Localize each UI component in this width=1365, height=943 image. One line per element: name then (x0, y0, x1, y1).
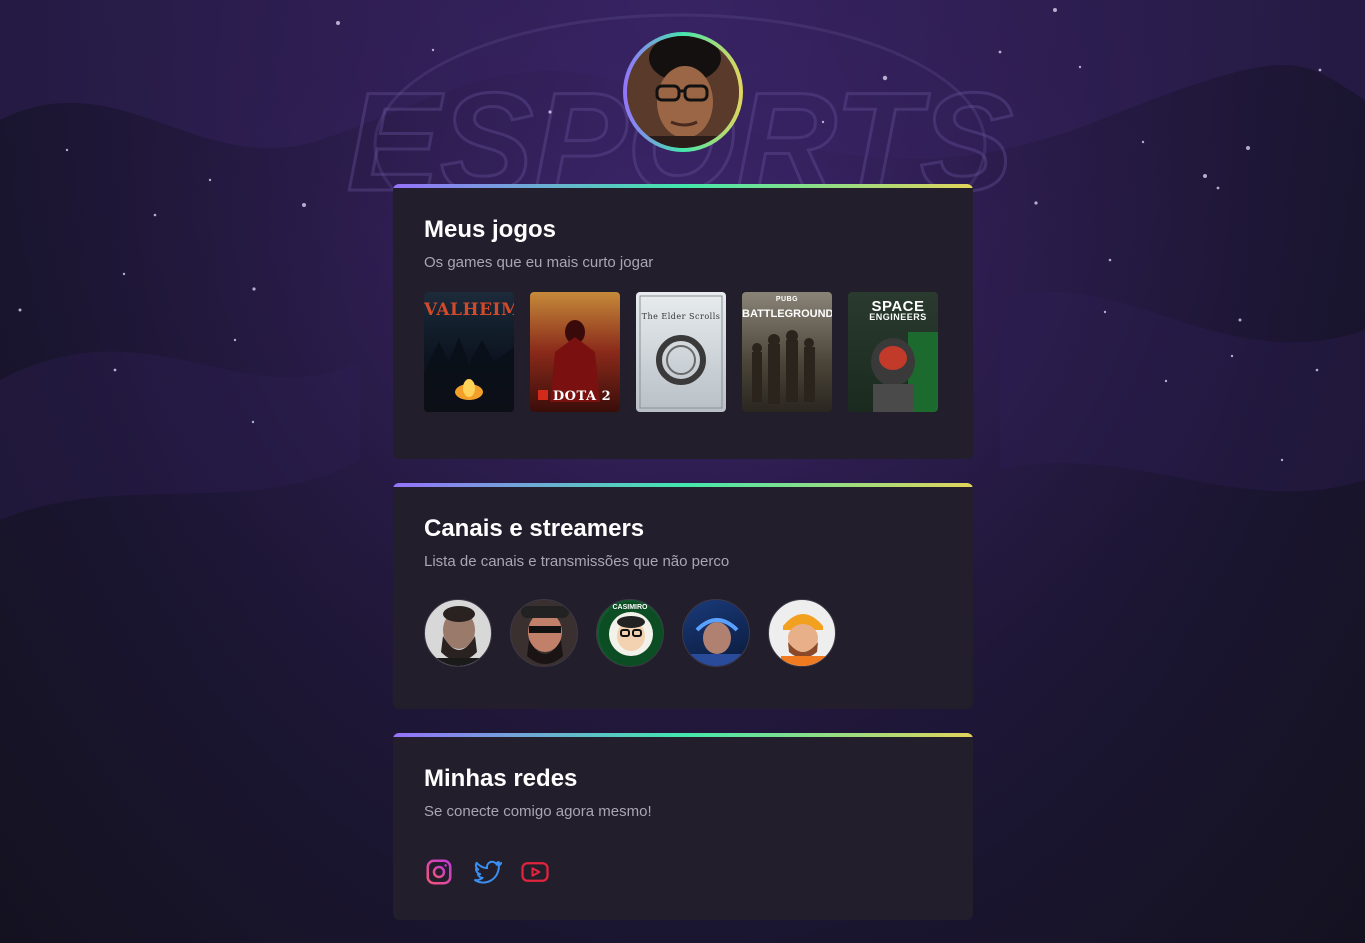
socials-subtitle: Se conecte comigo agora mesmo! (424, 803, 652, 820)
streamer-avatar-casimiro[interactable]: CASIMIRO (596, 599, 664, 667)
game-elder-scrolls-online[interactable]: The Elder Scrolls (636, 292, 726, 412)
twitter-icon (474, 860, 502, 884)
twitter-link[interactable] (472, 857, 502, 887)
streamers-subtitle: Lista de canais e transmissões que não p… (424, 553, 730, 570)
game-space-engineers[interactable]: SPACE ENGINEERS (848, 292, 938, 412)
games-subtitle: Os games que eu mais curto jogar (424, 254, 654, 271)
game-dota-2[interactable]: DOTA 2 (530, 292, 620, 412)
instagram-icon (426, 859, 452, 885)
streamers-title: Canais e streamers (424, 515, 645, 542)
game-valheim[interactable]: VALHEIM (424, 292, 514, 412)
games-title: Meus jogos (424, 216, 557, 243)
instagram-link[interactable] (424, 857, 454, 887)
socials-title: Minhas redes (424, 765, 578, 792)
profile-avatar (623, 32, 743, 152)
game-pubg[interactable]: PUBG BATTLEGROUNDS (742, 292, 832, 412)
profile-photo (627, 36, 739, 148)
socials-list (424, 857, 942, 887)
streamer-avatar-5[interactable] (768, 599, 836, 667)
streamer-avatar-4[interactable] (682, 599, 750, 667)
streamer-avatar-2[interactable] (510, 599, 578, 667)
games-card: Meus jogos Os games que eu mais curto jo… (393, 184, 973, 459)
youtube-icon (521, 862, 549, 882)
streamers-list: CASIMIRO (424, 599, 942, 667)
youtube-link[interactable] (520, 857, 550, 887)
games-list: VALHEIM DOTA 2 The Elder Scrolls PUBG BA… (424, 292, 942, 412)
socials-card: Minhas redes Se conecte comigo agora mes… (393, 733, 973, 920)
streamers-card: Canais e streamers Lista de canais e tra… (393, 483, 973, 709)
streamer-avatar-1[interactable] (424, 599, 492, 667)
